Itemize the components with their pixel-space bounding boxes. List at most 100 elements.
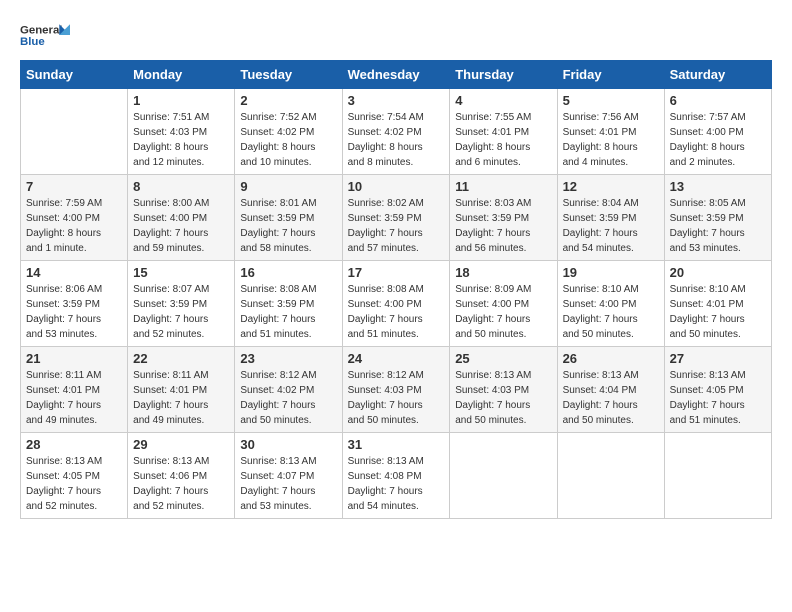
calendar-dow-tuesday: Tuesday	[235, 61, 342, 89]
day-info: Sunrise: 7:54 AM Sunset: 4:02 PM Dayligh…	[348, 110, 445, 170]
calendar-week-3: 14Sunrise: 8:06 AM Sunset: 3:59 PM Dayli…	[21, 261, 772, 347]
day-number: 15	[133, 265, 229, 280]
calendar-cell: 3 Sunrise: 7:54 AM Sunset: 4:02 PM Daylig…	[342, 89, 450, 175]
calendar-cell: 1 Sunrise: 7:51 AM Sunset: 4:03 PM Daylig…	[128, 89, 235, 175]
calendar-cell: 15Sunrise: 8:07 AM Sunset: 3:59 PM Dayli…	[128, 261, 235, 347]
day-info: Sunrise: 8:11 AM Sunset: 4:01 PM Dayligh…	[26, 368, 122, 428]
calendar-cell: 9 Sunrise: 8:01 AM Sunset: 3:59 PM Daylig…	[235, 175, 342, 261]
calendar-cell	[557, 433, 664, 519]
day-info: Sunrise: 8:13 AM Sunset: 4:06 PM Dayligh…	[133, 454, 229, 514]
day-number: 12	[563, 179, 659, 194]
day-number: 24	[348, 351, 445, 366]
day-info: Sunrise: 7:51 AM Sunset: 4:03 PM Dayligh…	[133, 110, 229, 170]
svg-text:General: General	[20, 25, 62, 37]
calendar-cell: 23Sunrise: 8:12 AM Sunset: 4:02 PM Dayli…	[235, 347, 342, 433]
calendar-cell: 19 Sunrise: 8:10 AM Sunset: 4:00 PM Dayli…	[557, 261, 664, 347]
day-number: 20	[670, 265, 766, 280]
day-info: Sunrise: 8:13 AM Sunset: 4:07 PM Dayligh…	[240, 454, 336, 514]
calendar-cell: 24 Sunrise: 8:12 AM Sunset: 4:03 PM Dayli…	[342, 347, 450, 433]
day-number: 29	[133, 437, 229, 452]
svg-text:Blue: Blue	[20, 36, 45, 48]
day-info: Sunrise: 8:12 AM Sunset: 4:03 PM Dayligh…	[348, 368, 445, 428]
day-number: 6	[670, 93, 766, 108]
day-info: Sunrise: 8:11 AM Sunset: 4:01 PM Dayligh…	[133, 368, 229, 428]
calendar-cell: 28 Sunrise: 8:13 AM Sunset: 4:05 PM Dayli…	[21, 433, 128, 519]
day-info: Sunrise: 7:52 AM Sunset: 4:02 PM Dayligh…	[240, 110, 336, 170]
calendar-cell	[21, 89, 128, 175]
day-info: Sunrise: 7:55 AM Sunset: 4:01 PM Dayligh…	[455, 110, 551, 170]
calendar-week-4: 21Sunrise: 8:11 AM Sunset: 4:01 PM Dayli…	[21, 347, 772, 433]
day-number: 30	[240, 437, 336, 452]
day-info: Sunrise: 7:57 AM Sunset: 4:00 PM Dayligh…	[670, 110, 766, 170]
calendar-cell: 8 Sunrise: 8:00 AM Sunset: 4:00 PM Daylig…	[128, 175, 235, 261]
page-header: General Blue	[20, 20, 772, 50]
day-info: Sunrise: 8:02 AM Sunset: 3:59 PM Dayligh…	[348, 196, 445, 256]
day-number: 2	[240, 93, 336, 108]
calendar-dow-wednesday: Wednesday	[342, 61, 450, 89]
calendar-week-1: 1 Sunrise: 7:51 AM Sunset: 4:03 PM Daylig…	[21, 89, 772, 175]
day-info: Sunrise: 8:12 AM Sunset: 4:02 PM Dayligh…	[240, 368, 336, 428]
day-number: 13	[670, 179, 766, 194]
calendar-dow-thursday: Thursday	[450, 61, 557, 89]
logo: General Blue	[20, 20, 70, 50]
day-number: 16	[240, 265, 336, 280]
logo-svg: General Blue	[20, 20, 70, 50]
calendar-cell: 4 Sunrise: 7:55 AM Sunset: 4:01 PM Daylig…	[450, 89, 557, 175]
calendar-week-2: 7 Sunrise: 7:59 AM Sunset: 4:00 PM Daylig…	[21, 175, 772, 261]
calendar-cell: 14Sunrise: 8:06 AM Sunset: 3:59 PM Dayli…	[21, 261, 128, 347]
day-info: Sunrise: 8:00 AM Sunset: 4:00 PM Dayligh…	[133, 196, 229, 256]
calendar-cell: 5Sunrise: 7:56 AM Sunset: 4:01 PM Daylig…	[557, 89, 664, 175]
calendar-dow-monday: Monday	[128, 61, 235, 89]
day-number: 18	[455, 265, 551, 280]
calendar-cell: 7 Sunrise: 7:59 AM Sunset: 4:00 PM Daylig…	[21, 175, 128, 261]
calendar-cell: 10 Sunrise: 8:02 AM Sunset: 3:59 PM Dayli…	[342, 175, 450, 261]
day-info: Sunrise: 8:13 AM Sunset: 4:05 PM Dayligh…	[670, 368, 766, 428]
calendar-cell: 25Sunrise: 8:13 AM Sunset: 4:03 PM Dayli…	[450, 347, 557, 433]
day-number: 11	[455, 179, 551, 194]
calendar-cell: 27Sunrise: 8:13 AM Sunset: 4:05 PM Dayli…	[664, 347, 771, 433]
day-number: 17	[348, 265, 445, 280]
calendar-cell	[664, 433, 771, 519]
day-info: Sunrise: 7:59 AM Sunset: 4:00 PM Dayligh…	[26, 196, 122, 256]
calendar-cell: 20 Sunrise: 8:10 AM Sunset: 4:01 PM Dayli…	[664, 261, 771, 347]
day-number: 3	[348, 93, 445, 108]
calendar-week-5: 28 Sunrise: 8:13 AM Sunset: 4:05 PM Dayli…	[21, 433, 772, 519]
calendar-cell: 11 Sunrise: 8:03 AM Sunset: 3:59 PM Dayli…	[450, 175, 557, 261]
day-info: Sunrise: 8:03 AM Sunset: 3:59 PM Dayligh…	[455, 196, 551, 256]
day-number: 8	[133, 179, 229, 194]
calendar-cell: 6 Sunrise: 7:57 AM Sunset: 4:00 PM Daylig…	[664, 89, 771, 175]
calendar-dow-sunday: Sunday	[21, 61, 128, 89]
day-info: Sunrise: 8:13 AM Sunset: 4:08 PM Dayligh…	[348, 454, 445, 514]
day-number: 9	[240, 179, 336, 194]
day-info: Sunrise: 8:06 AM Sunset: 3:59 PM Dayligh…	[26, 282, 122, 342]
day-number: 7	[26, 179, 122, 194]
calendar-cell: 16Sunrise: 8:08 AM Sunset: 3:59 PM Dayli…	[235, 261, 342, 347]
day-number: 28	[26, 437, 122, 452]
day-info: Sunrise: 8:08 AM Sunset: 4:00 PM Dayligh…	[348, 282, 445, 342]
calendar-cell: 2 Sunrise: 7:52 AM Sunset: 4:02 PM Daylig…	[235, 89, 342, 175]
day-number: 1	[133, 93, 229, 108]
day-info: Sunrise: 8:09 AM Sunset: 4:00 PM Dayligh…	[455, 282, 551, 342]
day-info: Sunrise: 8:10 AM Sunset: 4:01 PM Dayligh…	[670, 282, 766, 342]
day-info: Sunrise: 8:05 AM Sunset: 3:59 PM Dayligh…	[670, 196, 766, 256]
day-number: 4	[455, 93, 551, 108]
calendar-cell: 31Sunrise: 8:13 AM Sunset: 4:08 PM Dayli…	[342, 433, 450, 519]
day-info: Sunrise: 8:01 AM Sunset: 3:59 PM Dayligh…	[240, 196, 336, 256]
day-info: Sunrise: 8:13 AM Sunset: 4:04 PM Dayligh…	[563, 368, 659, 428]
day-number: 19	[563, 265, 659, 280]
day-number: 22	[133, 351, 229, 366]
day-info: Sunrise: 7:56 AM Sunset: 4:01 PM Dayligh…	[563, 110, 659, 170]
day-info: Sunrise: 8:10 AM Sunset: 4:00 PM Dayligh…	[563, 282, 659, 342]
calendar-cell: 12 Sunrise: 8:04 AM Sunset: 3:59 PM Dayli…	[557, 175, 664, 261]
day-info: Sunrise: 8:04 AM Sunset: 3:59 PM Dayligh…	[563, 196, 659, 256]
calendar-cell: 22 Sunrise: 8:11 AM Sunset: 4:01 PM Dayli…	[128, 347, 235, 433]
day-info: Sunrise: 8:13 AM Sunset: 4:05 PM Dayligh…	[26, 454, 122, 514]
calendar-cell: 26 Sunrise: 8:13 AM Sunset: 4:04 PM Dayli…	[557, 347, 664, 433]
calendar-cell: 17 Sunrise: 8:08 AM Sunset: 4:00 PM Dayli…	[342, 261, 450, 347]
day-number: 10	[348, 179, 445, 194]
calendar-cell: 30 Sunrise: 8:13 AM Sunset: 4:07 PM Dayli…	[235, 433, 342, 519]
calendar-dow-friday: Friday	[557, 61, 664, 89]
day-number: 26	[563, 351, 659, 366]
calendar-header-row: SundayMondayTuesdayWednesdayThursdayFrid…	[21, 61, 772, 89]
calendar-cell	[450, 433, 557, 519]
